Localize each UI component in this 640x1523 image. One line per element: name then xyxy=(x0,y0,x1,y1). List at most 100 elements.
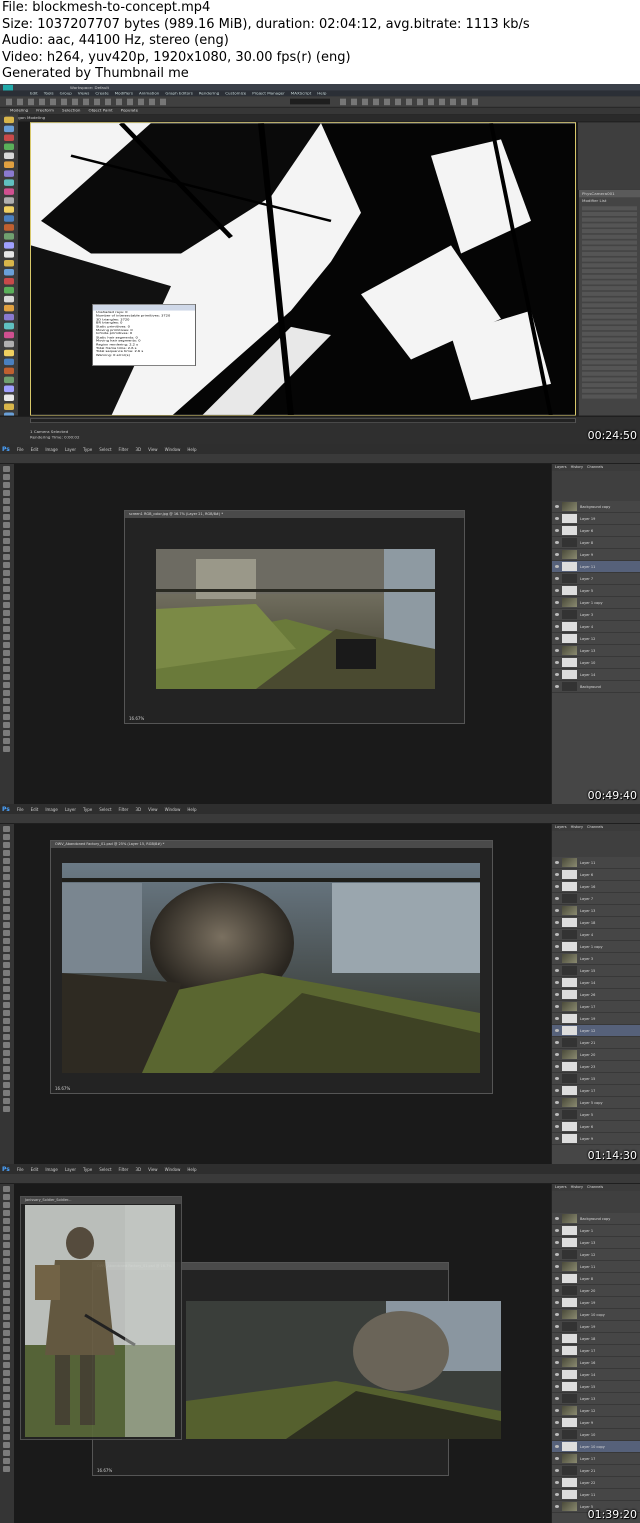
tool-icon[interactable] xyxy=(3,858,10,864)
tool-icon[interactable] xyxy=(3,1258,10,1264)
zoom-level[interactable]: 16.67% xyxy=(97,1468,112,1473)
layer-row[interactable]: Layer 3 xyxy=(552,609,640,621)
tool-icon[interactable] xyxy=(3,1338,10,1344)
tool-icon[interactable] xyxy=(3,1082,10,1088)
tool-icon[interactable] xyxy=(3,1066,10,1072)
tool-icon[interactable] xyxy=(3,618,10,624)
layer-row[interactable]: Layer 14 xyxy=(552,1369,640,1381)
tool-icon[interactable] xyxy=(3,594,10,600)
layer-row[interactable]: Layer 4 xyxy=(552,621,640,633)
tool-icon[interactable] xyxy=(3,1250,10,1256)
ps-menu-item[interactable]: Filter xyxy=(119,807,129,812)
layer-row[interactable]: Layer 4 xyxy=(552,929,640,941)
visibility-eye-icon[interactable] xyxy=(555,529,559,532)
command-icon[interactable] xyxy=(4,152,14,159)
tool-icon[interactable] xyxy=(3,826,10,832)
ps-menu-item[interactable]: Filter xyxy=(119,1167,129,1172)
panel-tab[interactable]: Channels xyxy=(587,824,603,831)
layer-row[interactable]: Layer 12 xyxy=(552,1249,640,1261)
visibility-eye-icon[interactable] xyxy=(555,625,559,628)
visibility-eye-icon[interactable] xyxy=(555,1313,559,1316)
visibility-eye-icon[interactable] xyxy=(555,969,559,972)
tool-icon[interactable] xyxy=(3,1090,10,1096)
ps-menu-item[interactable]: 3D xyxy=(135,447,141,452)
visibility-eye-icon[interactable] xyxy=(555,1397,559,1400)
visibility-eye-icon[interactable] xyxy=(555,873,559,876)
tool-icon[interactable] xyxy=(3,994,10,1000)
visibility-eye-icon[interactable] xyxy=(555,1505,559,1508)
tool-icon[interactable] xyxy=(3,1218,10,1224)
ps-menu-item[interactable]: Image xyxy=(45,1167,58,1172)
tool-icon[interactable] xyxy=(3,666,10,672)
visibility-eye-icon[interactable] xyxy=(555,1433,559,1436)
command-icon[interactable] xyxy=(4,304,14,312)
tool-icon[interactable] xyxy=(3,986,10,992)
visibility-eye-icon[interactable] xyxy=(555,1101,559,1104)
visibility-eye-icon[interactable] xyxy=(555,613,559,616)
command-icon[interactable] xyxy=(4,349,14,357)
visibility-eye-icon[interactable] xyxy=(555,541,559,544)
ps-document-window[interactable]: screen1 RGB_color.jpg @ 16.7% (Layer 21,… xyxy=(124,510,465,724)
tool-icon[interactable] xyxy=(3,466,10,472)
tool-icon[interactable] xyxy=(3,490,10,496)
ps-menu-item[interactable]: Image xyxy=(45,807,58,812)
visibility-eye-icon[interactable] xyxy=(555,981,559,984)
visibility-eye-icon[interactable] xyxy=(555,933,559,936)
visibility-eye-icon[interactable] xyxy=(555,945,559,948)
panel-tab[interactable]: Layers xyxy=(555,1184,567,1191)
tool-icon[interactable] xyxy=(3,1298,10,1304)
tool-icon[interactable] xyxy=(3,1314,10,1320)
tool-icon[interactable] xyxy=(3,1210,10,1216)
command-icon[interactable] xyxy=(4,116,14,124)
command-icon[interactable] xyxy=(4,358,14,366)
tool-icon[interactable] xyxy=(3,634,10,640)
layer-row[interactable]: Layer 18 xyxy=(552,917,640,929)
layer-row[interactable]: Layer 10 xyxy=(552,1429,640,1441)
layer-row[interactable]: Layer 13 xyxy=(552,1237,640,1249)
layer-row[interactable]: Layer 1 copy xyxy=(552,597,640,609)
layer-row[interactable]: Layer 11 xyxy=(552,857,640,869)
panel-tab[interactable]: History xyxy=(571,1184,583,1191)
layer-row[interactable]: Layer 14 xyxy=(552,977,640,989)
tool-icon[interactable] xyxy=(3,922,10,928)
visibility-eye-icon[interactable] xyxy=(555,1065,559,1068)
tool-icon[interactable] xyxy=(3,1098,10,1104)
ps-menu-item[interactable]: Edit xyxy=(31,807,39,812)
visibility-eye-icon[interactable] xyxy=(555,661,559,664)
visibility-eye-icon[interactable] xyxy=(555,1325,559,1328)
layer-row[interactable]: Layer 6 xyxy=(552,525,640,537)
modifier-list[interactable]: Modifier List xyxy=(579,197,640,204)
layer-row[interactable]: Layer 19 xyxy=(552,1297,640,1309)
ps-menu-item[interactable]: 3D xyxy=(135,807,141,812)
ps-menu-item[interactable]: File xyxy=(17,447,24,452)
layer-row[interactable]: Layer 12 xyxy=(552,1405,640,1417)
layer-row[interactable]: Layer 1 copy xyxy=(552,941,640,953)
layer-row[interactable]: Layer 19 xyxy=(552,513,640,525)
visibility-eye-icon[interactable] xyxy=(555,1241,559,1244)
command-icon[interactable] xyxy=(4,125,14,133)
tool-icon[interactable] xyxy=(3,1306,10,1312)
visibility-eye-icon[interactable] xyxy=(555,673,559,676)
tool-icon[interactable] xyxy=(3,722,10,728)
layer-row[interactable]: Layer 17 xyxy=(552,1345,640,1357)
layer-row[interactable]: Layer 16 xyxy=(552,881,640,893)
tool-icon[interactable] xyxy=(3,906,10,912)
ps-menu-item[interactable]: File xyxy=(17,807,24,812)
tool-icon[interactable] xyxy=(3,1034,10,1040)
layer-row[interactable]: Layer 18 xyxy=(552,1333,640,1345)
visibility-eye-icon[interactable] xyxy=(555,1053,559,1056)
visibility-eye-icon[interactable] xyxy=(555,1017,559,1020)
command-icon[interactable] xyxy=(4,340,14,348)
command-icon[interactable] xyxy=(4,286,14,294)
panel-tab[interactable]: History xyxy=(571,464,583,471)
panel-tab[interactable]: History xyxy=(571,824,583,831)
command-icon[interactable] xyxy=(4,394,14,402)
layer-row[interactable]: Layer 10 copy xyxy=(552,1441,640,1453)
tool-icon[interactable] xyxy=(3,1186,10,1192)
tool-icon[interactable] xyxy=(3,746,10,752)
tool-icon[interactable] xyxy=(3,610,10,616)
tool-icon[interactable] xyxy=(3,626,10,632)
command-icon[interactable] xyxy=(4,277,14,285)
tool-icon[interactable] xyxy=(3,1458,10,1464)
visibility-eye-icon[interactable] xyxy=(555,993,559,996)
